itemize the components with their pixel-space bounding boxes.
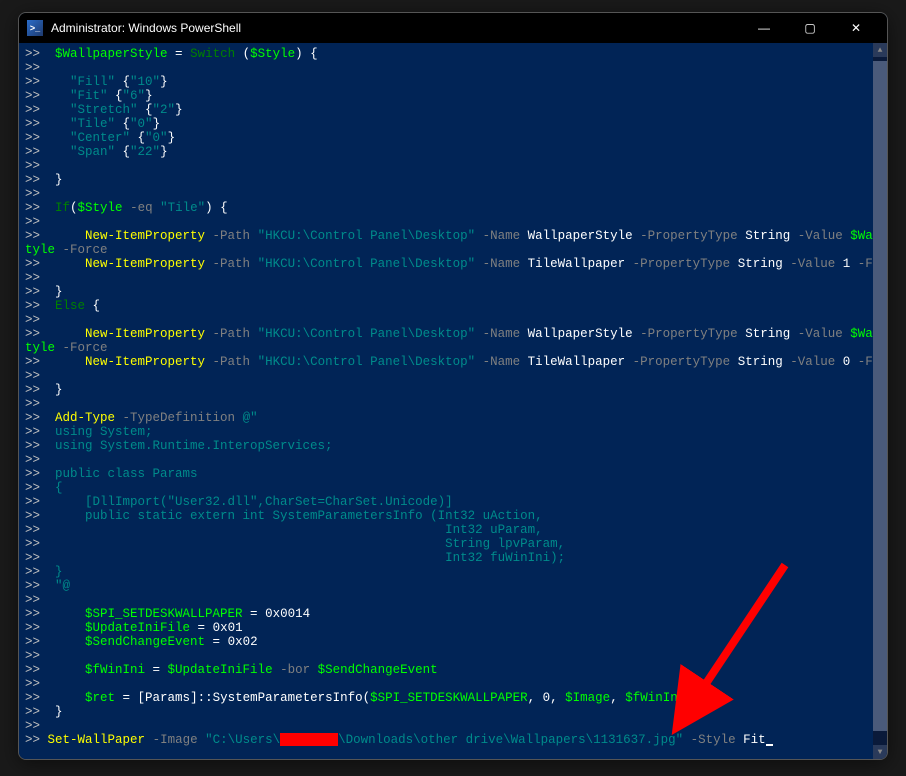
- operator: -eq: [123, 201, 161, 215]
- minimize-button[interactable]: —: [741, 13, 787, 43]
- window-title: Administrator: Windows PowerShell: [51, 21, 241, 35]
- text-cursor: [766, 744, 773, 746]
- scrollbar-thumb[interactable]: [873, 61, 887, 731]
- variable: $WallpaperStyle: [55, 47, 168, 61]
- annotation-arrow: [665, 555, 805, 735]
- powershell-icon: >_: [27, 20, 43, 36]
- scroll-down-button[interactable]: ▼: [873, 745, 887, 759]
- keyword-if: If: [55, 201, 70, 215]
- close-button[interactable]: ✕: [833, 13, 879, 43]
- scroll-up-button[interactable]: ▲: [873, 43, 887, 57]
- window-controls: — ▢ ✕: [741, 13, 879, 43]
- parameter: -Path: [205, 229, 258, 243]
- cmdlet-setwallpaper: Set-WallPaper: [48, 733, 146, 747]
- redacted-username: [280, 733, 338, 746]
- keyword: Switch: [190, 47, 235, 61]
- vertical-scrollbar[interactable]: ▲ ▼: [873, 43, 887, 759]
- cmdlet: New-ItemProperty: [85, 229, 205, 243]
- herestring-end: "@: [55, 579, 70, 593]
- image-path: "C:\Users\: [205, 733, 280, 747]
- herestring-start: @": [243, 411, 258, 425]
- continuation-prompt: >>: [25, 47, 55, 61]
- keyword-else: Else: [55, 299, 85, 313]
- string-literal: "Fill": [70, 75, 115, 89]
- titlebar[interactable]: >_ Administrator: Windows PowerShell — ▢…: [19, 13, 887, 43]
- maximize-button[interactable]: ▢: [787, 13, 833, 43]
